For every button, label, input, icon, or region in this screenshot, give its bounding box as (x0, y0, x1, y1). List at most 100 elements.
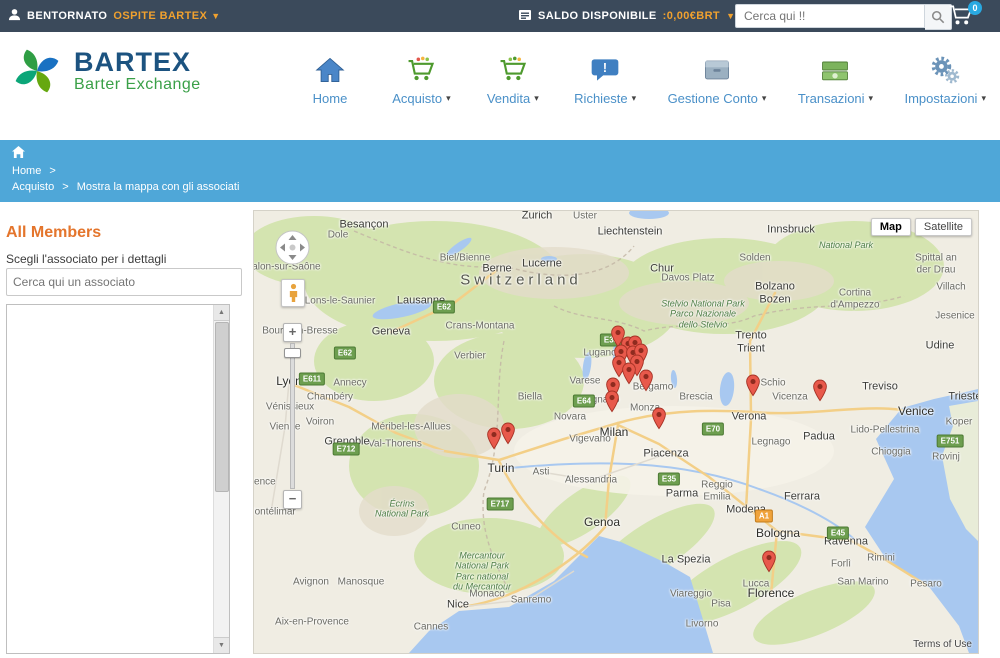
topbar: BENTORNATO OSPITE BARTEX ▼ SALDO DISPONI… (0, 0, 1000, 32)
map-marker[interactable] (605, 390, 620, 418)
search-icon (931, 10, 945, 24)
map-button[interactable]: Map (870, 218, 911, 236)
road-shield: E62 (333, 346, 357, 360)
road-shield: E712 (332, 442, 360, 456)
chevron-down-icon: ▾ (534, 93, 539, 103)
map-marker[interactable] (652, 407, 667, 435)
brand-subtitle: Barter Exchange (74, 76, 201, 94)
road-shield: A1 (754, 509, 774, 523)
nav-label: Home (312, 91, 348, 106)
search-input[interactable] (735, 4, 925, 28)
map-marker[interactable] (746, 374, 761, 402)
chevron-down-icon: ▾ (981, 93, 986, 103)
map[interactable]: ZurichUsterBesançonDoleChalon-sur-SaôneL… (253, 210, 979, 654)
chat-icon: ! (591, 59, 619, 81)
pinwheel-icon (15, 49, 59, 93)
breadcrumb-separator: > (49, 165, 56, 177)
chevron-down-icon: ▾ (631, 93, 637, 103)
listbox-scrollbar[interactable]: ▲ ▼ (213, 305, 229, 653)
user-icon (8, 8, 21, 24)
member-search-input[interactable] (6, 268, 242, 296)
road-shield: E751 (936, 434, 964, 448)
chevron-down-icon: ▼ (726, 10, 736, 21)
nav-label: Transazioni (797, 91, 865, 106)
members-listbox[interactable]: ▲ ▼ (6, 304, 230, 654)
welcome-text: BENTORNATO (27, 10, 108, 22)
zoom-slider[interactable] (290, 343, 295, 489)
map-marker[interactable] (762, 550, 777, 578)
nav-item-acquisto[interactable]: Acquisto ▾ (391, 54, 451, 106)
cart-icon (500, 56, 526, 81)
road-shield: E70 (701, 422, 725, 436)
road-shield: E611 (298, 372, 326, 386)
chevron-down-icon: ▾ (446, 93, 451, 103)
wallet-icon (518, 9, 532, 24)
home-icon (315, 57, 345, 82)
user-menu[interactable]: OSPITE BARTEX ▼ (113, 10, 220, 22)
road-shield: E717 (486, 497, 514, 511)
nav-item-transazioni[interactable]: Transazioni ▾ (798, 54, 873, 106)
map-marker[interactable] (622, 362, 637, 390)
scroll-down-button[interactable]: ▼ (214, 637, 229, 653)
gears-icon (931, 56, 960, 84)
road-shield: E45 (826, 526, 850, 540)
cart-button[interactable]: 0 (948, 1, 982, 29)
map-marker[interactable] (487, 427, 502, 455)
satellite-button[interactable]: Satellite (914, 218, 972, 236)
welcome-area: BENTORNATO OSPITE BARTEX ▼ (8, 0, 221, 32)
map-marker[interactable] (639, 369, 654, 397)
chevron-down-icon: ▾ (868, 93, 874, 103)
breadcrumb-separator: > (62, 181, 69, 193)
zoom-in-button[interactable]: + (283, 323, 302, 342)
nav-item-gestione-conto[interactable]: Gestione Conto ▾ (667, 54, 767, 106)
zoom-out-button[interactable]: − (283, 490, 302, 509)
members-subtitle: Scegli l'associato per i dettagli (6, 252, 167, 266)
pegman-button[interactable] (281, 279, 305, 307)
breadcrumb: Home > Acquisto > Mostra la mappa con gl… (0, 140, 1000, 202)
main-nav: Home Acquisto ▾ Vendita ▾ ! Richieste ▾ Ges… (300, 54, 986, 106)
nav-label: Gestione Conto (667, 91, 758, 106)
sidebar: All Members Scegli l'associato per i det… (6, 210, 242, 654)
header: BARTEX Barter Exchange Home Acquisto ▾ Ve… (0, 32, 1000, 140)
road-shield: E64 (572, 394, 596, 408)
saldo-label: SALDO DISPONIBILE (538, 10, 657, 22)
members-title: All Members (6, 224, 102, 241)
zoom-slider-thumb[interactable] (284, 348, 301, 358)
breadcrumb-current: Mostra la mappa con gli associati (76, 181, 240, 193)
terms-link[interactable]: Terms of Use (913, 639, 972, 650)
map-marker[interactable] (501, 422, 516, 450)
map-terrain (254, 211, 978, 653)
breadcrumb-home-icon[interactable] (12, 146, 239, 161)
map-pan-control[interactable] (274, 229, 311, 266)
breadcrumb-section-link[interactable]: Acquisto (12, 181, 54, 193)
brand-logo[interactable]: BARTEX Barter Exchange (10, 44, 201, 98)
brand-name: BARTEX (74, 46, 192, 77)
map-marker[interactable] (813, 379, 828, 407)
nav-item-richieste[interactable]: ! Richieste ▾ (574, 54, 636, 106)
drawer-icon (705, 60, 729, 80)
road-shield: E62 (432, 300, 456, 314)
nav-item-impostazioni[interactable]: Impostazioni ▾ (904, 54, 986, 106)
scroll-up-button[interactable]: ▲ (214, 305, 229, 321)
money-icon (822, 61, 849, 81)
cart-icon (408, 56, 435, 81)
saldo-area[interactable]: SALDO DISPONIBILE :0,00€BRT ▼ (518, 0, 735, 32)
chevron-down-icon: ▼ (211, 10, 221, 21)
scroll-thumb[interactable] (215, 322, 229, 492)
nav-item-home[interactable]: Home (300, 54, 360, 106)
nav-label: Impostazioni (904, 91, 978, 106)
road-shield: E35 (657, 472, 681, 486)
nav-item-vendita[interactable]: Vendita ▾ (483, 54, 543, 106)
nav-label: Richieste (574, 91, 628, 106)
saldo-value: :0,00€BRT (662, 10, 721, 22)
chevron-down-icon: ▾ (761, 93, 767, 103)
topbar-search (735, 4, 952, 30)
map-type-toggle: Map Satellite (870, 218, 972, 236)
breadcrumb-home-link[interactable]: Home (12, 165, 41, 177)
nav-label: Acquisto (392, 91, 443, 106)
user-name: OSPITE BARTEX (113, 10, 208, 22)
pegman-icon (289, 283, 297, 302)
cart-badge: 0 (968, 1, 982, 15)
svg-text:!: ! (603, 61, 607, 75)
nav-label: Vendita (486, 91, 531, 106)
